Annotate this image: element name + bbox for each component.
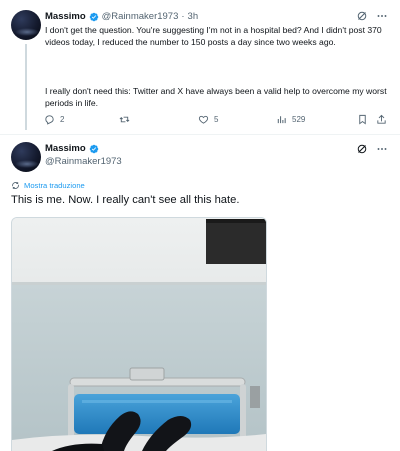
avatar[interactable] [11,142,41,172]
show-translation-link[interactable]: Mostra traduzione [11,181,85,190]
divider [0,134,400,135]
like-count: 5 [214,115,219,124]
views-icon [277,116,286,124]
hospital-room-photo [12,218,266,451]
like-icon [198,115,209,124]
retweet-icon [119,116,130,123]
tweet-header: Massimo [45,143,99,154]
bookmark-icon[interactable] [357,114,368,125]
like-button[interactable]: 5 [198,114,218,125]
views-button[interactable]: 529 [276,114,305,125]
verified-badge-icon [89,12,98,21]
more-icon[interactable] [376,10,388,22]
grok-icon[interactable] [356,143,368,155]
more-icon[interactable] [376,143,388,155]
tweet-text: This is me. Now. I really can't see all … [11,194,240,206]
reply-count: 2 [60,115,65,124]
retweet-button[interactable] [119,114,130,125]
tweet-text: I really don't need this: Twitter and X … [45,86,387,109]
grok-icon[interactable] [356,10,368,22]
verified-badge-icon [89,144,98,153]
translate-icon [12,182,19,189]
show-translation-label: Mostra traduzione [24,181,85,190]
author-name[interactable]: Massimo [45,143,86,154]
share-icon[interactable] [376,114,387,125]
author-handle[interactable]: @Rainmaker1973 [102,11,179,22]
tweet-text: I don't get the question. You're suggest… [45,25,382,48]
avatar[interactable] [11,10,41,40]
reply-icon [45,115,54,125]
tweet-photo[interactable] [11,217,267,451]
separator-dot: · [181,11,185,22]
timestamp[interactable]: 3h [188,11,199,22]
author-handle[interactable]: @Rainmaker1973 [45,156,122,167]
tweet-header: Massimo @Rainmaker1973 · 3h [45,11,198,22]
author-name[interactable]: Massimo [45,11,86,22]
views-count: 529 [292,115,306,124]
thread-line [25,44,27,130]
reply-button[interactable]: 2 [44,114,64,125]
